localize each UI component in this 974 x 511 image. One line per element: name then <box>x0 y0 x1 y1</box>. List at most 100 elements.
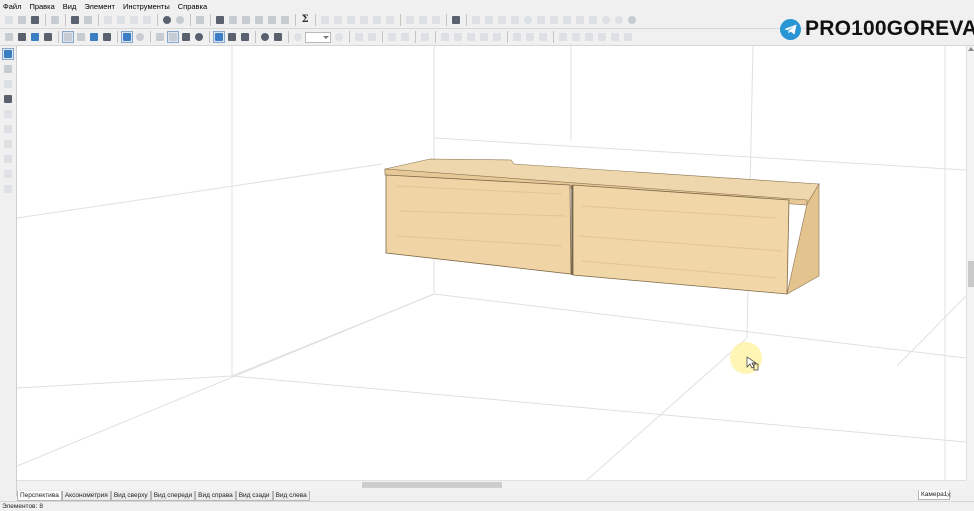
window-4-button[interactable] <box>266 14 278 26</box>
mirror-button[interactable] <box>535 14 547 26</box>
render-mode-1-button[interactable] <box>62 31 74 43</box>
window-1-button[interactable] <box>227 14 239 26</box>
size-button[interactable] <box>483 14 495 26</box>
copy-button[interactable] <box>115 14 127 26</box>
edit-tool-1-button[interactable] <box>2 123 14 135</box>
cabinet-model[interactable] <box>384 158 820 295</box>
move-camera-button[interactable] <box>272 31 284 43</box>
delete-button[interactable] <box>141 14 153 26</box>
menu-view[interactable]: Вид <box>63 2 77 11</box>
vertical-scroll-thumb[interactable] <box>968 261 974 287</box>
paint-tool-button[interactable] <box>2 108 14 120</box>
settings-button[interactable] <box>626 14 638 26</box>
save-button[interactable] <box>29 14 41 26</box>
new-file-button[interactable] <box>3 14 15 26</box>
render-mode-2-button[interactable] <box>75 31 87 43</box>
align-10-button[interactable] <box>570 31 582 43</box>
select-mode-button[interactable] <box>213 31 225 43</box>
align-top-button[interactable] <box>358 14 370 26</box>
align-11-button[interactable] <box>583 31 595 43</box>
zoom-select[interactable] <box>305 31 331 43</box>
cabinet-door-right[interactable] <box>572 184 790 295</box>
cut-button[interactable] <box>102 14 114 26</box>
tab-top-view[interactable]: Вид сверху <box>110 491 151 501</box>
zoom-fit-button[interactable] <box>333 31 345 43</box>
orbit-button[interactable] <box>259 31 271 43</box>
dim-4-button[interactable] <box>399 31 411 43</box>
dim-3-button[interactable] <box>386 31 398 43</box>
align-4-button[interactable] <box>478 31 490 43</box>
menu-edit[interactable]: Правка <box>29 2 54 11</box>
texture-button[interactable] <box>121 31 133 43</box>
print-preview-button[interactable] <box>82 14 94 26</box>
render-mode-3-button[interactable] <box>88 31 100 43</box>
edges-button[interactable] <box>154 31 166 43</box>
tab-front-view[interactable]: Вид спереди <box>150 491 196 501</box>
show-button[interactable] <box>613 14 625 26</box>
open-file-button[interactable] <box>16 14 28 26</box>
menu-help[interactable]: Справка <box>178 2 207 11</box>
visibility-button[interactable] <box>193 31 205 43</box>
distribute-h-button[interactable] <box>404 14 416 26</box>
walls-button[interactable] <box>180 31 192 43</box>
horizontal-scroll-thumb[interactable] <box>362 482 502 488</box>
pan-button[interactable] <box>239 31 251 43</box>
edit-tool-4-button[interactable] <box>2 168 14 180</box>
distribute-d-button[interactable] <box>430 14 442 26</box>
vertical-scrollbar[interactable] <box>966 46 974 480</box>
hide-button[interactable] <box>600 14 612 26</box>
edit-tool-2-button[interactable] <box>2 138 14 150</box>
tab-axonometry[interactable]: Аксонометрия <box>61 491 111 501</box>
view-mode-1-button[interactable] <box>3 31 15 43</box>
pointer-tool-button[interactable] <box>2 48 14 60</box>
distribute-v-button[interactable] <box>417 14 429 26</box>
align-center-button[interactable] <box>332 14 344 26</box>
export-button[interactable] <box>49 14 61 26</box>
align-middle-button[interactable] <box>371 14 383 26</box>
edit-tool-5-button[interactable] <box>2 183 14 195</box>
window-5-button[interactable] <box>279 14 291 26</box>
close-icon[interactable]: × <box>945 491 953 499</box>
move-button[interactable] <box>470 14 482 26</box>
down-button[interactable] <box>509 14 521 26</box>
view-mode-4-button[interactable] <box>42 31 54 43</box>
tab-perspective[interactable]: Перспектива <box>17 491 62 501</box>
ungroup-button[interactable] <box>587 14 599 26</box>
dim-5-button[interactable] <box>419 31 431 43</box>
view-mode-3-button[interactable] <box>29 31 41 43</box>
align-6-button[interactable] <box>511 31 523 43</box>
menu-file[interactable]: Файл <box>3 2 21 11</box>
menu-tools[interactable]: Инструменты <box>123 2 170 11</box>
paste-button[interactable] <box>128 14 140 26</box>
view-mode-2-button[interactable] <box>16 31 28 43</box>
scene-canvas[interactable] <box>17 46 966 480</box>
align-bottom-button[interactable] <box>384 14 396 26</box>
scale-button[interactable] <box>561 14 573 26</box>
align-1-button[interactable] <box>439 31 451 43</box>
light-button[interactable] <box>134 31 146 43</box>
tab-back-view[interactable]: Вид сзади <box>235 491 273 501</box>
align-5-button[interactable] <box>491 31 503 43</box>
library-button[interactable] <box>161 14 173 26</box>
3d-viewport[interactable] <box>17 46 966 480</box>
render-mode-4-button[interactable] <box>101 31 113 43</box>
copy-view-button[interactable] <box>194 14 206 26</box>
align-9-button[interactable] <box>557 31 569 43</box>
dim-1-button[interactable] <box>353 31 365 43</box>
eyedropper-tool-button[interactable] <box>2 93 14 105</box>
group-button[interactable] <box>574 14 586 26</box>
align-3-button[interactable] <box>465 31 477 43</box>
horizontal-scrollbar[interactable] <box>17 480 966 489</box>
flip-button[interactable] <box>548 14 560 26</box>
align-2-button[interactable] <box>452 31 464 43</box>
window-2-button[interactable] <box>240 14 252 26</box>
sum-button[interactable]: Σ <box>299 14 311 26</box>
scroll-up-icon[interactable] <box>968 47 974 51</box>
align-13-button[interactable] <box>609 31 621 43</box>
align-7-button[interactable] <box>524 31 536 43</box>
tab-right-view[interactable]: Вид справа <box>195 491 236 501</box>
dim-2-button[interactable] <box>366 31 378 43</box>
align-14-button[interactable] <box>622 31 634 43</box>
materials-button[interactable] <box>174 14 186 26</box>
menu-element[interactable]: Элемент <box>84 2 115 11</box>
